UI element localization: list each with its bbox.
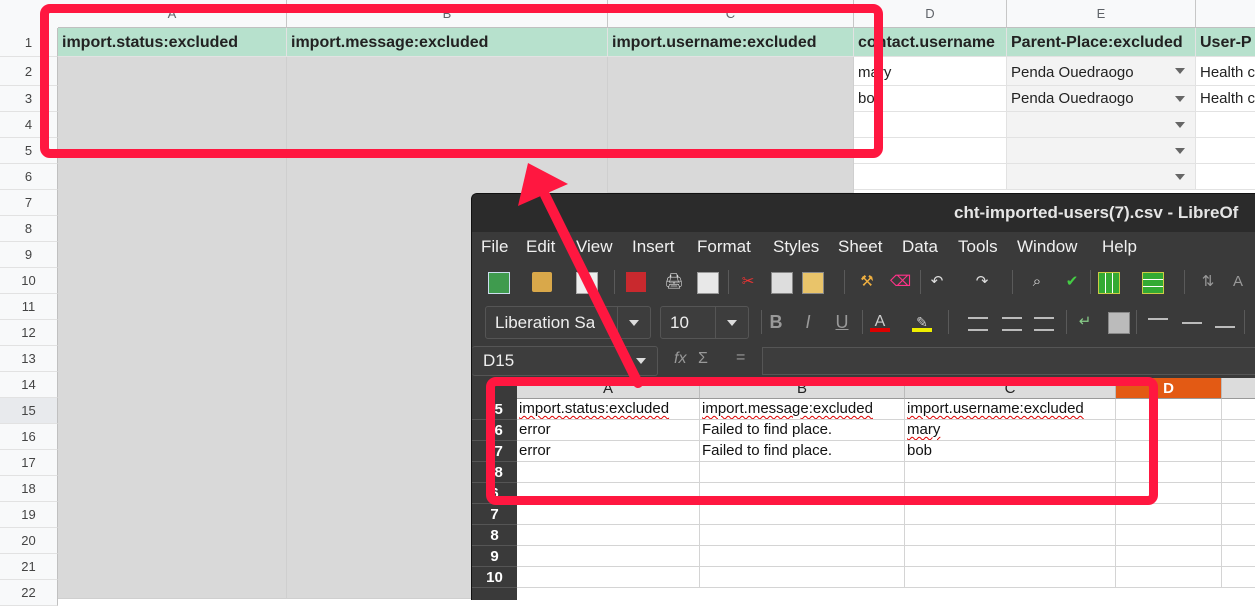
annotation-arrow: [518, 163, 643, 388]
